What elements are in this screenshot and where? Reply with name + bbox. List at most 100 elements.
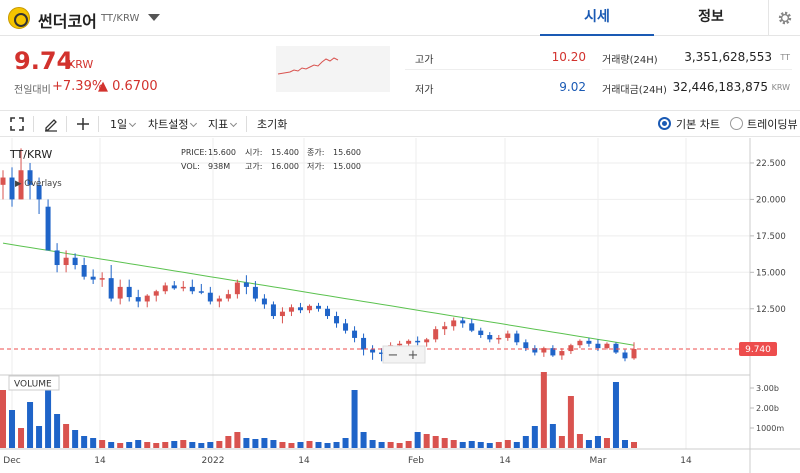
zoom-out-button[interactable]: − bbox=[388, 348, 399, 363]
candle-body bbox=[72, 257, 78, 266]
last-price-label: 9.740 bbox=[745, 345, 771, 355]
candle-body bbox=[316, 305, 321, 309]
reset-button[interactable]: 초기화 bbox=[257, 116, 287, 132]
candle-body bbox=[243, 282, 249, 287]
settings-button[interactable] bbox=[768, 0, 800, 36]
volume-bar bbox=[45, 386, 52, 448]
gear-icon bbox=[778, 11, 791, 25]
coin-logo-icon bbox=[8, 7, 30, 29]
volume-bar bbox=[621, 440, 628, 448]
fullscreen-icon[interactable] bbox=[10, 117, 24, 131]
pencil-icon[interactable] bbox=[43, 116, 59, 132]
candle-body bbox=[234, 282, 240, 295]
candle-body bbox=[117, 286, 123, 299]
basic-chart-radio[interactable] bbox=[658, 117, 671, 130]
volume-bar bbox=[90, 438, 97, 448]
low-value: 9.02 bbox=[559, 80, 586, 94]
crosshair-plus-icon[interactable] bbox=[76, 117, 90, 131]
indicators-label: 지표 bbox=[208, 118, 229, 131]
change-label: 전일대비 bbox=[14, 85, 51, 96]
stat-volume: 거래량(24H) 3,351,628,553 TT bbox=[602, 46, 792, 70]
candle-body bbox=[99, 278, 105, 280]
volume-bar bbox=[180, 440, 187, 448]
candle-body bbox=[279, 311, 285, 317]
ohlc-close: 15.600 bbox=[333, 148, 361, 157]
candle-body bbox=[451, 320, 457, 327]
candles bbox=[0, 148, 637, 362]
candle-body bbox=[207, 292, 213, 302]
volume-tick-label: 1000m bbox=[756, 424, 784, 433]
overlays-toggle[interactable]: ▶ Overlays bbox=[15, 179, 62, 189]
toolbar-divider bbox=[33, 116, 34, 132]
x-axis-ticks: Dec 14 2022 14 Feb 14 Mar 14 bbox=[3, 456, 692, 466]
volume-bar bbox=[126, 442, 133, 448]
y-tick-label: 17.500 bbox=[756, 232, 786, 242]
candle-body bbox=[505, 333, 511, 338]
volume-bar bbox=[153, 443, 160, 448]
candle-body bbox=[523, 342, 529, 349]
y-axis-ticks: 22.500 20.000 17.500 15.000 12.500 bbox=[750, 159, 786, 315]
candle-body bbox=[90, 276, 96, 280]
amount-value: 32,446,183,875 bbox=[672, 80, 768, 94]
candle-body bbox=[370, 349, 376, 353]
volume-bar bbox=[207, 442, 214, 448]
interval-select[interactable]: 1일 bbox=[110, 116, 137, 132]
stat-low: 저가 9.02 bbox=[405, 76, 590, 100]
volume-bar bbox=[189, 442, 196, 448]
volume-bar bbox=[234, 432, 241, 448]
volume-bar bbox=[423, 434, 430, 448]
x-tick-label: 14 bbox=[94, 456, 106, 466]
zoom-in-button[interactable]: + bbox=[408, 348, 419, 363]
volume-bar bbox=[216, 441, 223, 448]
coin-name[interactable]: 썬더코어 bbox=[38, 8, 97, 32]
candle-body bbox=[261, 298, 267, 305]
volume-bar bbox=[585, 440, 592, 448]
volume-label: VOLUME bbox=[14, 380, 52, 390]
chart-settings-menu[interactable]: 차트설정 bbox=[148, 116, 198, 132]
candle-body bbox=[306, 305, 312, 311]
volume-bar bbox=[342, 438, 349, 448]
price-unit: KRW bbox=[68, 58, 94, 71]
candle-body bbox=[198, 291, 204, 293]
candle-body bbox=[424, 339, 430, 343]
tab-info[interactable]: 정보 bbox=[654, 0, 768, 36]
chevron-down-icon bbox=[190, 119, 198, 128]
volume-bar bbox=[612, 382, 619, 448]
candle-body bbox=[568, 345, 574, 352]
candle-body bbox=[171, 285, 177, 289]
ohlc-low-label: 저가: bbox=[307, 162, 324, 171]
volume-bar bbox=[297, 442, 304, 448]
ohlc-price-label: PRICE: bbox=[181, 148, 207, 157]
x-tick-label: 14 bbox=[298, 456, 310, 466]
x-tick-label: Feb bbox=[408, 456, 424, 466]
candle-body bbox=[604, 343, 610, 349]
candle-body bbox=[252, 286, 258, 299]
overlays-label: Overlays bbox=[24, 179, 62, 189]
tab-quote[interactable]: 시세 bbox=[540, 0, 654, 36]
volume-bar bbox=[288, 443, 295, 448]
ohlc-close-label: 종가: bbox=[307, 148, 324, 157]
ohlc-vol: 938M bbox=[208, 162, 230, 171]
chart-toolbar: 1일 차트설정 지표 초기화 기본 차트 트레이딩뷰 bbox=[0, 110, 800, 137]
tradingview-radio[interactable] bbox=[730, 117, 743, 130]
volume-bar bbox=[378, 442, 385, 448]
candle-body bbox=[81, 265, 87, 277]
volume-bar bbox=[441, 438, 448, 448]
candle-body bbox=[478, 330, 484, 336]
tradingview-label[interactable]: 트레이딩뷰 bbox=[747, 116, 798, 132]
volume-bar bbox=[315, 442, 322, 448]
moving-average-line bbox=[2, 242, 635, 346]
indicators-menu[interactable]: 지표 bbox=[208, 116, 238, 132]
x-tick-label: 2022 bbox=[202, 456, 225, 466]
volume-bar bbox=[531, 426, 538, 448]
price-chart[interactable]: 22.500 20.000 17.500 15.000 12.500 3.00b 2.00… bbox=[0, 138, 800, 473]
candle-body bbox=[406, 340, 412, 344]
y-tick-label: 22.500 bbox=[756, 159, 786, 169]
volume-bar bbox=[270, 440, 277, 448]
volume-value: 3,351,628,553 bbox=[684, 50, 772, 64]
chevron-down-icon[interactable] bbox=[148, 14, 160, 21]
candle-body bbox=[361, 337, 367, 350]
candle-body bbox=[288, 307, 294, 312]
volume-unit: TT bbox=[780, 53, 790, 62]
basic-chart-label[interactable]: 기본 차트 bbox=[676, 116, 720, 132]
